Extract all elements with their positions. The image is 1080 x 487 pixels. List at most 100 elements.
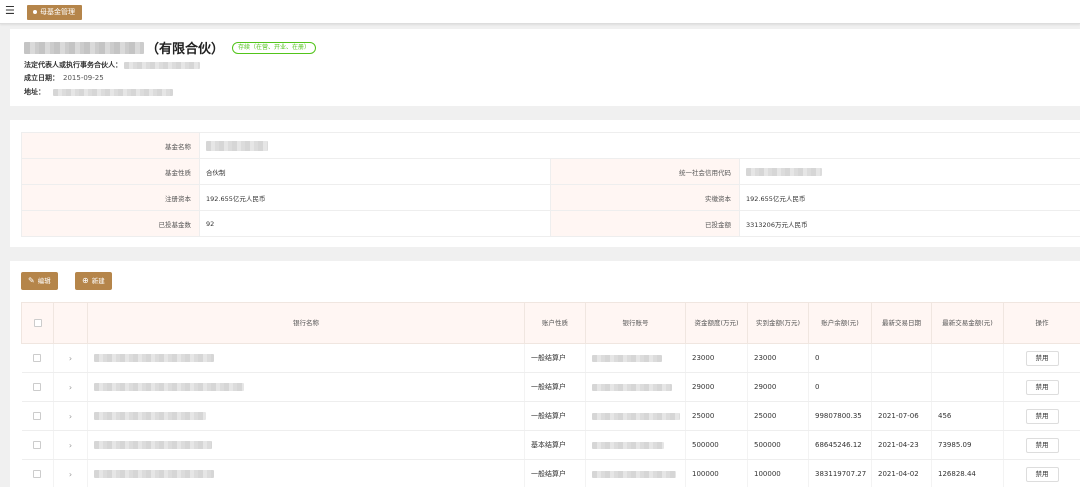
actual-amount-cell: 23000 (747, 343, 809, 373)
header-fund-quota: 资金额度(万元) (685, 302, 748, 344)
chevron-right-icon[interactable]: › (69, 412, 72, 421)
last-trade-amount-cell (931, 343, 1004, 373)
bank-name-cell (87, 459, 525, 487)
tab-dot-icon (33, 10, 37, 14)
row-select-cell (21, 401, 54, 431)
header-account-type: 账户性质 (524, 302, 586, 344)
fund-quota-cell: 23000 (685, 343, 748, 373)
chevron-right-icon[interactable]: › (69, 441, 72, 450)
bank-name-redacted (94, 441, 212, 449)
established-label: 成立日期： (24, 74, 59, 82)
chevron-right-icon[interactable]: › (69, 383, 72, 392)
legal-rep-row: 法定代表人或执行事务合伙人： (24, 60, 200, 70)
bank-name-cell (87, 372, 525, 402)
expand-col-header (53, 302, 88, 344)
edit-button[interactable]: ✎ 编辑 (21, 272, 58, 290)
account-no-redacted (592, 383, 672, 391)
chevron-right-icon[interactable]: › (69, 470, 72, 479)
bank-name-redacted (94, 383, 244, 391)
account-no-redacted (592, 354, 662, 362)
select-all-cell (21, 302, 54, 344)
account-type-cell: 基本结算户 (524, 430, 586, 460)
tab-fund-management[interactable]: 母基金管理 (27, 5, 82, 20)
company-title: （有限合伙） 存续（在营、开业、在册） (24, 38, 317, 57)
paid-capital-value: 192.655亿元人民币 (739, 184, 1080, 211)
table-row: › 一般结算户 29000 29000 0 禁用 (21, 372, 1080, 402)
select-all-checkbox[interactable] (33, 318, 42, 327)
disable-button[interactable]: 禁用 (1025, 437, 1059, 453)
table-row: › 一般结算户 23000 23000 0 禁用 (21, 343, 1080, 373)
actions-cell: 禁用 (1003, 401, 1080, 431)
disable-button[interactable]: 禁用 (1025, 408, 1059, 424)
actions-cell: 禁用 (1003, 459, 1080, 487)
top-bar: ☰ 母基金管理 (0, 0, 1080, 24)
disable-button[interactable]: 禁用 (1025, 379, 1059, 395)
header-bank-name: 银行名称 (87, 302, 525, 344)
balance-cell: 0 (808, 343, 872, 373)
bank-name-cell (87, 401, 525, 431)
header-actions: 操作 (1003, 302, 1080, 344)
row-expand-cell: › (53, 343, 88, 373)
fund-nature-label: 基金性质 (21, 158, 200, 185)
bank-name-redacted (94, 354, 214, 362)
detail-row: 注册资本 192.655亿元人民币 实缴资本 192.655亿元人民币 (21, 184, 1080, 211)
row-checkbox[interactable] (33, 383, 42, 391)
address-row: 地址： (24, 87, 173, 97)
menu-toggle-icon[interactable]: ☰ (5, 5, 17, 17)
balance-cell: 383119707.27 (808, 459, 872, 487)
chevron-right-icon[interactable]: › (69, 354, 72, 363)
new-button[interactable]: ⊕ 新建 (75, 272, 112, 290)
row-select-cell (21, 430, 54, 460)
balance-cell: 99807800.35 (808, 401, 872, 431)
table-row: › 基本结算户 500000 500000 68645246.12 2021-0… (21, 430, 1080, 460)
header-account-no: 银行账号 (585, 302, 686, 344)
header-balance: 账户余额(元) (808, 302, 872, 344)
credit-code-redacted (746, 167, 822, 176)
disable-button[interactable]: 禁用 (1025, 350, 1059, 366)
paid-capital-label: 实缴资本 (550, 184, 740, 211)
account-no-cell (585, 430, 686, 460)
fund-name-value (199, 132, 1080, 159)
registered-capital-value: 192.655亿元人民币 (199, 184, 551, 211)
established-value: 2015-09-25 (63, 74, 104, 82)
legal-rep-label: 法定代表人或执行事务合伙人： (24, 61, 122, 69)
fund-quota-cell: 29000 (685, 372, 748, 402)
row-select-cell (21, 372, 54, 402)
account-no-redacted (592, 412, 680, 420)
last-trade-date-cell (871, 372, 932, 402)
row-expand-cell: › (53, 372, 88, 402)
company-header-card: （有限合伙） 存续（在营、开业、在册） 法定代表人或执行事务合伙人： 成立日期： 2… (10, 29, 1080, 106)
edit-icon: ✎ (28, 276, 35, 285)
header-last-trade-amount: 最新交易金额(元) (931, 302, 1004, 344)
address-label: 地址： (24, 88, 45, 96)
header-last-trade-date: 最新交易日期 (871, 302, 932, 344)
bank-name-redacted (94, 470, 214, 478)
row-expand-cell: › (53, 459, 88, 487)
invested-amount-label: 已投金额 (550, 210, 740, 237)
last-trade-amount-cell: 73985.09 (931, 430, 1004, 460)
disable-button[interactable]: 禁用 (1025, 466, 1059, 482)
row-checkbox[interactable] (33, 470, 42, 478)
actions-cell: 禁用 (1003, 430, 1080, 460)
last-trade-date-cell: 2021-04-02 (871, 459, 932, 487)
address-redacted (53, 88, 173, 96)
fund-quota-cell: 500000 (685, 430, 748, 460)
row-select-cell (21, 459, 54, 487)
last-trade-date-cell: 2021-07-06 (871, 401, 932, 431)
fund-nature-value: 合伙制 (199, 158, 551, 185)
invested-count-label: 已投基金数 (21, 210, 200, 237)
established-row: 成立日期： 2015-09-25 (24, 73, 104, 83)
actual-amount-cell: 500000 (747, 430, 809, 460)
detail-row: 基金性质 合伙制 统一社会信用代码 (21, 158, 1080, 185)
invested-amount-value: 3313206万元人民币 (739, 210, 1080, 237)
fund-name-redacted (206, 140, 268, 151)
credit-code-label: 统一社会信用代码 (550, 158, 740, 185)
row-checkbox[interactable] (33, 412, 42, 420)
bank-name-cell (87, 430, 525, 460)
row-select-cell (21, 343, 54, 373)
company-name-redacted (24, 41, 144, 54)
status-badge: 存续（在营、开业、在册） (232, 41, 317, 54)
row-checkbox[interactable] (33, 441, 42, 449)
row-checkbox[interactable] (33, 354, 42, 362)
bank-name-cell (87, 343, 525, 373)
